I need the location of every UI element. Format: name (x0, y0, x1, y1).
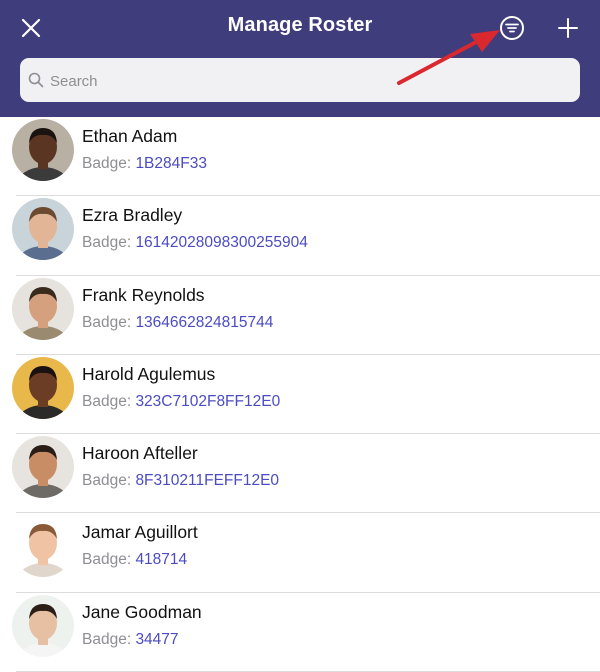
search-input[interactable] (48, 58, 572, 104)
avatar (12, 436, 74, 499)
badge-line: Badge: 418714 (82, 551, 187, 569)
roster-row[interactable]: Ezra Bradley Badge: 16142028098300255904 (0, 196, 600, 276)
search-bar[interactable] (20, 58, 580, 104)
badge-line: Badge: 8F310211FEFF12E0 (82, 472, 279, 490)
roster-row[interactable]: Frank Reynolds Badge: 1364662824815744 (0, 276, 600, 355)
plus-icon (558, 18, 578, 38)
badge-label: Badge: (82, 392, 136, 410)
avatar (12, 277, 74, 340)
search-icon (28, 72, 44, 88)
add-button[interactable] (553, 13, 583, 43)
badge-value: 1B284F33 (135, 155, 207, 172)
roster-row[interactable]: Jamar Aguillort Badge: 418714 (0, 513, 600, 593)
badge-value: 34477 (135, 630, 179, 648)
roster-row[interactable]: Jane Goodman Badge: 34477 (0, 593, 600, 672)
badge-line: Badge: 1B284F33 (82, 155, 207, 173)
badge-line: Badge: 16142028098300255904 (82, 234, 308, 252)
filter-button[interactable] (497, 13, 527, 43)
badge-value: 8F310211FEFF12E0 (135, 472, 280, 490)
badge-label: Badge: (82, 313, 136, 331)
badge-label: Badge: (82, 234, 136, 252)
badge-label: Badge: (82, 472, 136, 490)
badge-label: Badge: (82, 155, 136, 172)
badge-value: 418714 (135, 551, 188, 569)
badge-line: Badge: 34477 (82, 631, 179, 649)
member-name: Harold Agulemus (82, 363, 216, 384)
member-name: Jamar Aguillort (82, 522, 198, 543)
member-name: Haroon Afteller (82, 443, 198, 464)
member-name: Jane Goodman (82, 601, 202, 622)
badge-label: Badge: (82, 551, 136, 569)
roster-list: Ethan Adam Badge: 1B284F33 Ezra Bradley Bad… (0, 117, 600, 672)
member-name: Ethan Adam (82, 126, 178, 146)
avatar (12, 356, 74, 419)
roster-row[interactable]: Haroon Afteller Badge: 8F310211FEFF12E0 (0, 434, 600, 514)
member-name: Ezra Bradley (82, 205, 183, 226)
badge-line: Badge: 323C7102F8FF12E0 (82, 393, 280, 411)
filter-icon (500, 16, 524, 40)
member-name: Frank Reynolds (82, 284, 205, 305)
avatar (12, 119, 74, 181)
badge-label: Badge: (82, 630, 136, 648)
badge-value: 1364662824815744 (135, 313, 274, 331)
top-navigation-bar: Manage Roster (0, 0, 600, 117)
badge-value: 16142028098300255904 (135, 234, 308, 252)
badge-value: 323C7102F8FF12E0 (135, 392, 281, 410)
roster-row[interactable]: Ethan Adam Badge: 1B284F33 (0, 117, 600, 197)
badge-line: Badge: 1364662824815744 (82, 314, 273, 332)
avatar (12, 594, 74, 657)
avatar (12, 198, 74, 261)
roster-row[interactable]: Harold Agulemus Badge: 323C7102F8FF12E0 (0, 355, 600, 435)
avatar (12, 515, 74, 578)
